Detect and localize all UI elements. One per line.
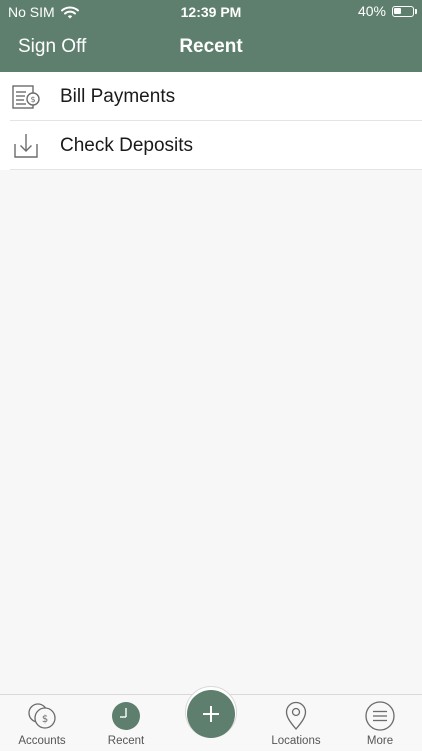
location-pin-icon [285, 701, 307, 730]
add-button[interactable] [187, 690, 235, 738]
tab-recent[interactable]: Recent [84, 695, 168, 751]
recent-list: $ Bill Payments Check Deposits [0, 72, 422, 170]
battery-percent: 40% [357, 3, 386, 19]
tab-label: Accounts [18, 735, 66, 747]
nav-bar: Sign Off Recent [0, 30, 422, 66]
svg-text:$: $ [42, 714, 48, 725]
list-item-label: Check Deposits [60, 135, 194, 156]
accounts-icon: $ [28, 703, 56, 729]
divider [10, 169, 422, 170]
page-title: Recent [179, 36, 243, 57]
battery-fill [394, 7, 401, 14]
app-header: No SIM 12:39 PM 40% Sign Off Recent [0, 0, 422, 72]
bill-payment-icon: $ [12, 85, 40, 109]
menu-icon [365, 701, 395, 731]
tab-more[interactable]: More [338, 695, 422, 751]
status-right: 40% [357, 3, 417, 19]
tab-accounts[interactable]: $ Accounts [0, 695, 84, 751]
list-item-bill-payments[interactable]: $ Bill Payments [0, 72, 422, 121]
tab-locations[interactable]: Locations [254, 695, 338, 751]
status-bar: No SIM 12:39 PM 40% [0, 0, 422, 24]
list-item-label: Bill Payments [60, 86, 176, 107]
tab-label: More [366, 735, 394, 747]
add-icon [203, 706, 219, 722]
list-item-check-deposits[interactable]: Check Deposits [0, 121, 422, 170]
recent-clock-icon [112, 702, 140, 730]
svg-text:$: $ [30, 95, 35, 104]
tab-label: Recent [107, 735, 145, 747]
check-deposit-icon [14, 134, 38, 158]
battery-icon [392, 5, 417, 17]
tab-label: Locations [271, 735, 321, 747]
